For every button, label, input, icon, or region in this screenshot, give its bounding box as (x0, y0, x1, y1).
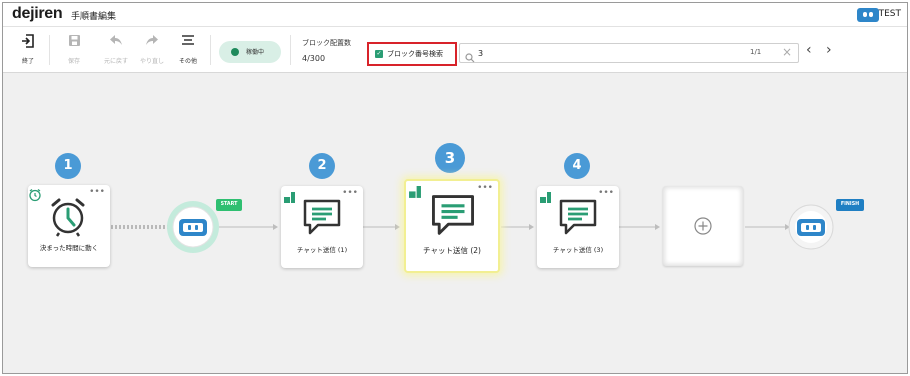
arrow-head-icon (273, 224, 278, 230)
bot-icon (857, 8, 879, 22)
finish-tag: FINISH (836, 199, 864, 211)
next-result-button[interactable]: › (826, 42, 832, 58)
plus-circle-icon[interactable] (694, 217, 712, 239)
arrow-head-icon (529, 224, 534, 230)
redo-label: やり直し (139, 58, 164, 65)
flow-canvas[interactable]: START FINISH 1 ••• 決まった時間に動く 2 ••• チャット送… (3, 73, 907, 373)
status-label: 稼働中 (246, 49, 265, 56)
chat-bubble-icon (302, 198, 342, 240)
block-count-label: ブロック配置数 (302, 39, 351, 47)
toolbar-divider (49, 35, 50, 65)
search-field[interactable]: 1/1 × (459, 43, 799, 63)
toolbar: 終了 保存 元に戻す やり直し その他 稼働中 ブロック配置数 4/300 ✓ … (3, 27, 907, 73)
title-bar: dejiren 手順書編集 TEST (3, 3, 907, 27)
chat-bubble-icon (430, 193, 476, 241)
undo-icon (99, 34, 133, 52)
arrow-head-icon (395, 224, 400, 230)
timer-block-card[interactable]: ••• 決まった時間に動く (28, 185, 110, 267)
block-menu-button[interactable]: ••• (598, 188, 614, 198)
save-button[interactable]: 保存 (57, 34, 91, 65)
finish-bot-icon (788, 204, 834, 250)
chat-send-block-card[interactable]: ••• チャット送信 (3) (537, 186, 619, 268)
save-label: 保存 (67, 58, 80, 65)
block-number-badge: 4 (564, 153, 590, 179)
alarm-clock-icon (47, 195, 89, 241)
block-count-value: 4/300 (302, 54, 326, 63)
redo-button[interactable]: やり直し (135, 34, 169, 65)
running-status-toggle[interactable]: 稼働中 (219, 41, 281, 63)
start-bot-icon (167, 201, 219, 253)
search-result-count: 1/1 (750, 48, 762, 56)
undo-button[interactable]: 元に戻す (99, 34, 133, 65)
project-name[interactable]: TEST (879, 9, 901, 19)
block-label: チャット送信 (3) (552, 246, 604, 254)
dejiren-logo-icon (409, 184, 421, 203)
checkbox-checked-icon[interactable]: ✓ (375, 50, 383, 58)
add-block-slot[interactable] (663, 186, 743, 266)
dejiren-logo-icon (284, 189, 295, 208)
block-number-badge: 3 (435, 143, 465, 173)
block-menu-button[interactable]: ••• (342, 188, 358, 198)
block-number-search-label: ブロック番号検索 (387, 50, 443, 58)
chat-bubble-icon (558, 198, 598, 240)
exit-button[interactable]: 終了 (11, 34, 45, 65)
block-number-badge: 1 (55, 153, 81, 179)
block-number-search-toggle[interactable]: ✓ ブロック番号検索 (367, 42, 457, 66)
page-title: 手順書編集 (71, 12, 117, 22)
block-menu-button[interactable]: ••• (477, 183, 493, 193)
more-label: その他 (178, 58, 197, 65)
redo-icon (135, 34, 169, 52)
menu-icon (171, 34, 205, 52)
toolbar-divider (290, 35, 291, 65)
block-label: チャット送信 (1) (296, 246, 348, 254)
app-logo: dejiren (12, 5, 63, 22)
chat-send-block-card[interactable]: ••• チャット送信 (1) (281, 186, 363, 268)
status-dot-icon (231, 48, 239, 56)
chat-send-block-card-highlighted[interactable]: ••• チャット送信 (2) (404, 179, 500, 273)
arrow-head-icon (655, 224, 660, 230)
dejiren-logo-icon (540, 189, 551, 208)
block-label: チャット送信 (2) (423, 246, 481, 255)
clear-icon[interactable]: × (782, 45, 792, 59)
exit-icon (11, 34, 45, 52)
exit-label: 終了 (21, 58, 34, 65)
block-menu-button[interactable]: ••• (89, 187, 105, 197)
toolbar-divider (210, 35, 211, 65)
block-number-badge: 2 (309, 153, 335, 179)
alarm-clock-small-icon (28, 187, 42, 206)
search-icon (465, 48, 475, 63)
search-input[interactable] (478, 45, 728, 61)
start-tag: START (216, 199, 242, 211)
block-label: 決まった時間に動く (39, 244, 99, 252)
undo-label: 元に戻す (103, 58, 128, 65)
previous-result-button[interactable]: ‹ (806, 42, 812, 58)
app-window: dejiren 手順書編集 TEST 終了 保存 元に戻す やり直し その他 稼… (2, 2, 908, 374)
save-icon (57, 34, 91, 52)
more-button[interactable]: その他 (171, 34, 205, 65)
